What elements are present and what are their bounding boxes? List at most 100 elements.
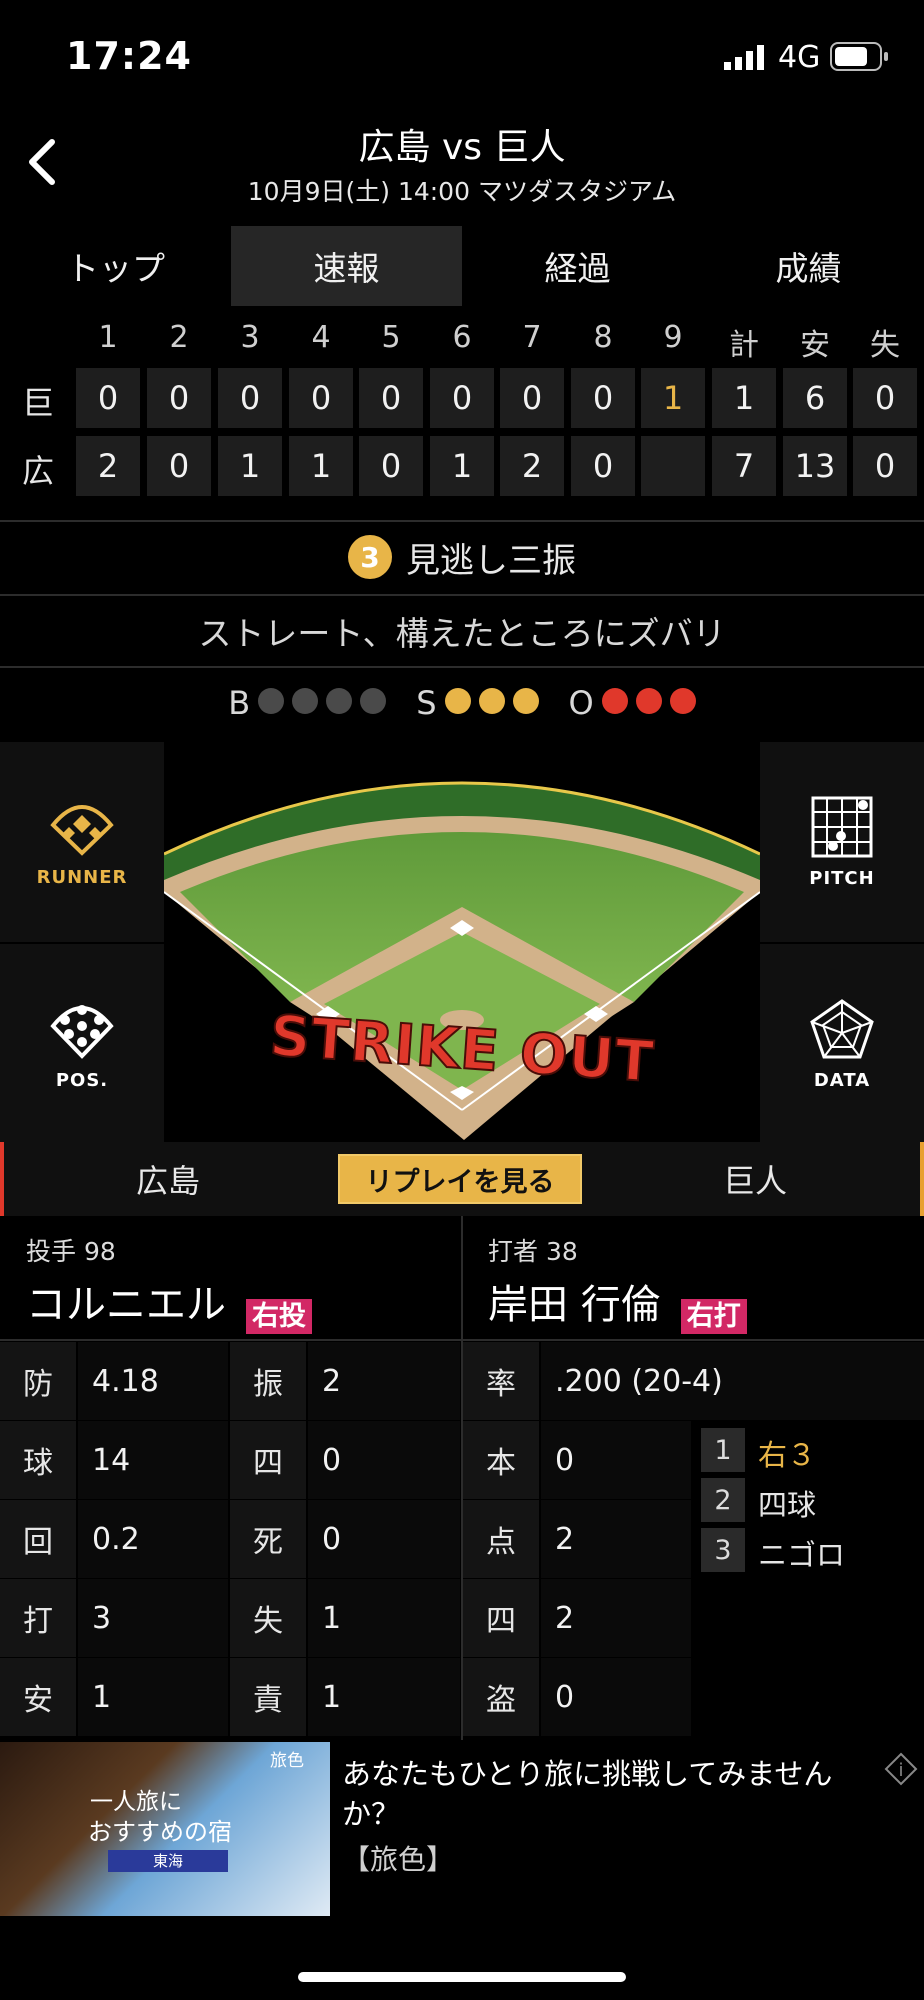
score-cell: 0	[500, 368, 564, 428]
page-subtitle: 10月9日(土) 14:00 マツダスタジアム	[247, 177, 677, 206]
batter-stat-value: 2	[541, 1579, 691, 1657]
at-bat-result: ニゴロ	[758, 1538, 846, 1572]
pitcher-stat-label: 責	[230, 1658, 306, 1736]
tab-bar: トップ 速報 経過 成績	[0, 226, 924, 306]
pitcher-stat-value: 0	[308, 1421, 460, 1499]
score-cell: 0	[571, 436, 635, 496]
inning-header: 3	[240, 320, 260, 355]
pitcher-stat-label: 振	[230, 1342, 306, 1420]
runner-icon	[50, 804, 114, 856]
score-cell: 2	[76, 436, 140, 496]
away-team-tab[interactable]: 巨人	[590, 1142, 920, 1216]
pitcher-stat-value: 2	[308, 1342, 460, 1420]
at-bat-result: 四球	[758, 1488, 817, 1522]
batter-stat-label: 四	[463, 1579, 539, 1657]
batter-stat-label: 盗	[463, 1658, 539, 1736]
out-label: O	[568, 684, 594, 722]
runner-label: RUNNER	[36, 866, 128, 888]
score-cell: 0	[218, 368, 282, 428]
inning-header: 9	[663, 320, 683, 355]
inning-header: 5	[381, 320, 401, 355]
inning-header: 安	[800, 328, 830, 363]
pitcher-stat-label: 安	[0, 1658, 76, 1736]
ad-image-line2: おすすめの宿	[88, 1818, 232, 1846]
pitch-button[interactable]: PITCH	[760, 742, 924, 942]
ad-image[interactable]: 旅色 一人旅に おすすめの宿 東海	[0, 1742, 330, 1916]
tab-top[interactable]: トップ	[0, 226, 231, 306]
ad-banner[interactable]: 旅色 一人旅に おすすめの宿 東海 あなたもひとり旅に挑戦してみませんか？ 【旅…	[0, 1742, 924, 1920]
status-time: 17:24	[66, 34, 192, 78]
pitch-grid-icon	[811, 796, 873, 857]
ad-source: 【旅色】	[342, 1843, 455, 1876]
score-cell: 0	[853, 368, 917, 428]
ad-title[interactable]: あなたもひとり旅に挑戦してみませんか？	[342, 1754, 882, 1834]
pitch-label: PITCH	[809, 867, 875, 889]
pitcher-stat-label: 四	[230, 1421, 306, 1499]
score-cell: 1	[430, 436, 494, 496]
radar-chart-icon	[810, 998, 874, 1058]
play-description: ストレート、構えたところにズバリ	[198, 614, 726, 653]
strike-dot	[478, 688, 505, 714]
data-label: DATA	[813, 1069, 871, 1091]
score-cell: 13	[783, 436, 847, 496]
ad-image-line3: 東海	[108, 1850, 228, 1872]
position-button[interactable]: POS.	[0, 944, 164, 1144]
strike-dot	[444, 688, 471, 714]
ball-dot	[292, 688, 319, 714]
tab-live[interactable]: 速報	[231, 226, 462, 306]
batter-name: 岸田 行倫	[488, 1282, 661, 1328]
play-result-text: 見逃し三振	[406, 540, 576, 581]
ad-image-tag: 旅色	[270, 1751, 304, 1771]
ball-count: B S O	[0, 668, 924, 738]
inning-header: 計	[729, 328, 759, 363]
play-number-badge: 3	[348, 535, 392, 579]
ball-dot	[258, 688, 285, 714]
ball-dots	[250, 684, 387, 722]
runner-button[interactable]: RUNNER	[0, 742, 164, 942]
home-team-tab[interactable]: 広島	[4, 1142, 332, 1216]
at-bat-number: 1	[701, 1428, 745, 1472]
ball-dot	[326, 688, 353, 714]
out-dots	[594, 684, 696, 722]
pitcher-role: 投手 98	[26, 1237, 116, 1266]
score-cell: 0	[76, 368, 140, 428]
pitcher-stat-value: 3	[78, 1579, 228, 1657]
pitcher-stat-value: 1	[78, 1658, 228, 1736]
batter-stat-value: .200 (20-4)	[541, 1342, 924, 1420]
score-cell: 0	[147, 436, 211, 496]
tab-stats[interactable]: 成績	[693, 226, 924, 306]
pitcher-hand-badge: 右投	[246, 1299, 312, 1334]
pitcher-stat-value: 4.18	[78, 1342, 228, 1420]
pitcher-name-row: コルニエル 右投	[26, 1272, 312, 1334]
ad-info-icon[interactable]: i	[884, 1752, 918, 1786]
at-bat-result: 右３	[758, 1438, 817, 1472]
inning-header: 2	[169, 320, 189, 355]
score-cell: 1	[218, 436, 282, 496]
inning-header: 失	[870, 328, 900, 363]
score-cell: 0	[430, 368, 494, 428]
at-bat-number: 3	[701, 1528, 745, 1572]
score-cell: 0	[359, 436, 423, 496]
batter-stat-label: 本	[463, 1421, 539, 1499]
svg-text:i: i	[898, 1760, 903, 1781]
replay-button[interactable]: リプレイを見る	[338, 1154, 582, 1204]
ball-dot	[360, 688, 387, 714]
batter-stat-label: 点	[463, 1500, 539, 1578]
pitcher-name: コルニエル	[26, 1282, 226, 1328]
play-result: 3 見逃し三振	[0, 522, 924, 592]
team-abbrev: 巨	[21, 384, 54, 422]
score-cell: 1	[289, 436, 353, 496]
away-team-accent	[920, 1142, 924, 1216]
pitcher-stat-value: 0.2	[78, 1500, 228, 1578]
pitcher-stat-value: 14	[78, 1421, 228, 1499]
score-cell: 2	[500, 436, 564, 496]
baseball-field: STRIKE OUT	[163, 742, 761, 1142]
tab-progress[interactable]: 経過	[462, 226, 693, 306]
pitcher-stat-label: 失	[230, 1579, 306, 1657]
score-cell: 1	[712, 368, 776, 428]
score-cell: 6	[783, 368, 847, 428]
home-indicator[interactable]	[298, 1972, 626, 1982]
data-button[interactable]: DATA	[760, 944, 924, 1144]
score-cell: 0	[289, 368, 353, 428]
pitcher-stat-value: 1	[308, 1658, 460, 1736]
